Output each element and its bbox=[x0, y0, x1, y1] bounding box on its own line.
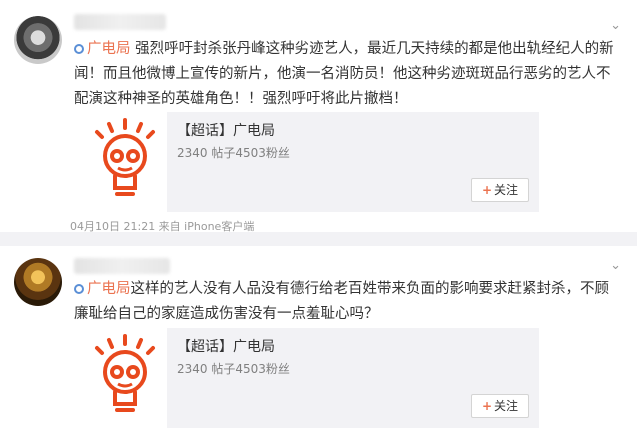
username-blurred[interactable] bbox=[74, 258, 170, 274]
card-title[interactable]: 【超话】广电局 bbox=[177, 120, 275, 140]
card-title[interactable]: 【超话】广电局 bbox=[177, 336, 275, 356]
avatar[interactable] bbox=[14, 258, 62, 306]
post-text: 广电局 强烈呼吁封杀张丹峰这种劣迹艺人，最近几天持续的都是他出轨经纪人的新闻！而… bbox=[74, 41, 614, 107]
chevron-down-icon[interactable]: ⌄ bbox=[610, 258, 621, 273]
post-divider bbox=[0, 232, 637, 246]
lightbulb-logo-icon bbox=[83, 112, 167, 212]
plus-icon: + bbox=[481, 183, 493, 197]
post-meta: 04月10日 21:21 来自 iPhone客户端 bbox=[70, 220, 255, 232]
card-stats: 2340 帖子4503粉丝 bbox=[177, 362, 290, 376]
lightbulb-logo-icon bbox=[83, 328, 167, 428]
super-topic-icon bbox=[74, 284, 84, 294]
card-stats: 2340 帖子4503粉丝 bbox=[177, 146, 290, 160]
username-blurred[interactable] bbox=[74, 14, 166, 30]
follow-button[interactable]: + 关注 bbox=[471, 394, 529, 418]
topic-link[interactable]: 广电局 bbox=[74, 281, 131, 297]
follow-button[interactable]: + 关注 bbox=[471, 178, 529, 202]
super-topic-icon bbox=[74, 44, 84, 54]
post-text: 广电局这样的艺人没有人品没有德行给老百姓带来负面的影响要求赶紧封杀，不顾廉耻给自… bbox=[74, 281, 609, 322]
topic-card[interactable]: 【超话】广电局 2340 帖子4503粉丝 + 关注 bbox=[83, 328, 539, 428]
weibo-post: ⌄ 广电局这样的艺人没有人品没有德行给老百姓带来负面的影响要求赶紧封杀，不顾廉耻… bbox=[0, 246, 637, 428]
topic-card[interactable]: 【超话】广电局 2340 帖子4503粉丝 + 关注 bbox=[83, 112, 539, 212]
chevron-down-icon[interactable]: ⌄ bbox=[610, 18, 621, 33]
topic-link[interactable]: 广电局 bbox=[74, 41, 131, 57]
weibo-post: ⌄ 广电局 强烈呼吁封杀张丹峰这种劣迹艺人，最近几天持续的都是他出轨经纪人的新闻… bbox=[0, 0, 637, 232]
avatar[interactable] bbox=[14, 16, 62, 64]
plus-icon: + bbox=[481, 399, 493, 413]
